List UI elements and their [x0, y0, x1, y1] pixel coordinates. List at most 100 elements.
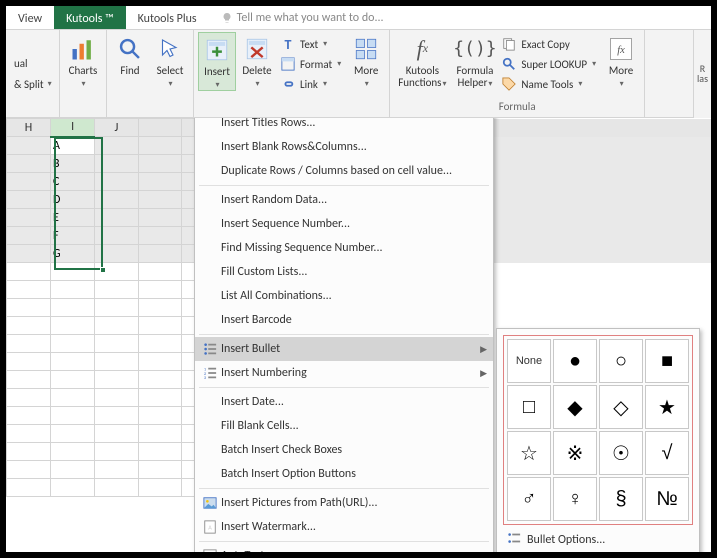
menu-batch-option-buttons[interactable]: Batch Insert Option Buttons [195, 462, 493, 486]
menu-insert-barcode[interactable]: Insert Barcode [195, 308, 493, 332]
menu-insert-blank-rows-cols[interactable]: Insert Blank Rows&Columns... [195, 135, 493, 159]
tab-kutools-plus[interactable]: Kutools Plus [126, 6, 209, 29]
cell-i6[interactable]: E [51, 209, 95, 227]
bullet-numero[interactable]: № [645, 477, 689, 521]
menu-insert-pictures-url[interactable]: Insert Pictures from Path(URL)... [195, 491, 493, 515]
cell-i3[interactable]: B [51, 155, 95, 173]
insert-icon [203, 36, 231, 64]
bullet-open-diamond[interactable]: ◇ [599, 385, 643, 429]
tab-view[interactable]: View [6, 6, 54, 29]
menu-autotext[interactable]: AutoText [195, 544, 493, 552]
bullet-options-button[interactable]: Bullet Options... [503, 525, 693, 551]
bullet-reference-mark[interactable]: ※ [553, 431, 597, 475]
tag-icon [501, 76, 517, 92]
super-lookup-button[interactable]: Super LOOKUP▾ [499, 55, 598, 73]
menu-insert-random-data[interactable]: Insert Random Data... [195, 188, 493, 212]
fill-handle[interactable] [100, 267, 106, 273]
ribbon-partial-split[interactable]: & Split▾ [12, 77, 54, 92]
more-editing-button[interactable]: More▾ [347, 32, 385, 89]
col-header-i[interactable]: I [51, 119, 95, 137]
lightbulb-icon [221, 12, 233, 24]
menu-insert-watermark[interactable]: AInsert Watermark... [195, 515, 493, 539]
name-tools-button[interactable]: Name Tools▾ [499, 75, 598, 93]
exact-copy-button[interactable]: Exact Copy [499, 35, 598, 53]
cell-i7[interactable]: F [51, 227, 95, 245]
spreadsheet-area[interactable]: H I J P Q R A B C D E F G [6, 118, 711, 552]
link-button[interactable]: Link▾ [278, 75, 343, 93]
col-header-h[interactable]: H [7, 119, 51, 137]
more-formula-button[interactable]: fx More▾ [602, 32, 640, 89]
number-list-icon: 123 [199, 366, 221, 380]
format-button[interactable]: Format▾ [278, 55, 343, 73]
bullet-open-star[interactable]: ☆ [507, 431, 551, 475]
bullet-male[interactable]: ♂ [507, 477, 551, 521]
bullet-none[interactable]: None [507, 339, 551, 383]
menu-find-missing-sequence[interactable]: Find Missing Sequence Number... [195, 236, 493, 260]
menu-separator [199, 541, 489, 542]
cell-i4[interactable]: C [51, 173, 95, 191]
menu-fill-custom-lists[interactable]: Fill Custom Lists... [195, 260, 493, 284]
ribbon-partial-1[interactable]: ual [12, 56, 30, 71]
chevron-down-icon: ▾ [81, 79, 85, 89]
fx-box-icon: fx [607, 35, 635, 63]
chevron-down-icon: ▾ [337, 59, 341, 69]
tab-kutools[interactable]: Kutools ™ [54, 6, 126, 29]
tell-me-search[interactable]: Tell me what you want to do... [209, 6, 384, 29]
select-button[interactable]: Select▾ [151, 32, 189, 89]
chevron-down-icon: ▾ [620, 79, 624, 89]
chevron-down-icon: ▾ [323, 79, 327, 89]
menu-insert-numbering[interactable]: 123 Insert Numbering ▶ [195, 361, 493, 385]
bullet-female[interactable]: ♀ [553, 477, 597, 521]
bullet-check[interactable]: √ [645, 431, 689, 475]
insert-button[interactable]: Insert▾ [198, 32, 236, 91]
watermark-icon: A [199, 520, 221, 534]
find-button[interactable]: Find [111, 32, 149, 77]
formula-helper-button[interactable]: {()} FormulaHelper▾ [453, 32, 498, 89]
menu-list-combinations[interactable]: List All Combinations... [195, 284, 493, 308]
col-header-j[interactable]: J [95, 119, 139, 137]
bullet-open-circle[interactable]: ○ [599, 339, 643, 383]
chart-icon [69, 35, 97, 63]
chevron-down-icon: ▾ [365, 79, 369, 89]
chevron-down-icon: ▾ [48, 79, 52, 89]
delete-icon [243, 35, 271, 63]
magnifier-icon [116, 35, 144, 63]
menu-batch-checkboxes[interactable]: Batch Insert Check Boxes [195, 438, 493, 462]
menu-separator [199, 387, 489, 388]
bullet-palette: None ● ○ ■ □ ◆ ◇ ★ ☆ ※ ☉ √ ♂ ♀ § № Bulle… [496, 328, 700, 552]
menu-insert-date[interactable]: Insert Date... [195, 390, 493, 414]
cell-i2[interactable]: A [51, 137, 95, 155]
chevron-down-icon: ▾ [323, 39, 327, 49]
bullet-filled-square[interactable]: ■ [645, 339, 689, 383]
col-header-blank1[interactable] [138, 119, 181, 137]
menu-separator [199, 488, 489, 489]
menu-insert-sequence-number[interactable]: Insert Sequence Number... [195, 212, 493, 236]
chevron-down-icon: ▾ [168, 79, 172, 89]
chevron-down-icon: ▾ [488, 79, 492, 89]
ribbon-tabs: View Kutools ™ Kutools Plus Tell me what… [6, 6, 711, 30]
menu-insert-bullet[interactable]: Insert Bullet ▶ [195, 337, 493, 361]
formula-group-label: Formula [394, 100, 640, 115]
charts-button[interactable]: Charts▾ [64, 32, 102, 89]
kutools-functions-button[interactable]: fx KutoolsFunctions▾ [394, 32, 450, 89]
submenu-arrow-icon: ▶ [480, 344, 487, 355]
bullet-filled-diamond[interactable]: ◆ [553, 385, 597, 429]
picture-icon [199, 496, 221, 510]
cell-i8[interactable]: G [51, 245, 95, 263]
menu-insert-titles-rows[interactable]: Insert Titles Rows... [195, 118, 493, 135]
grid-icon [352, 35, 380, 63]
bullet-section[interactable]: § [599, 477, 643, 521]
menu-duplicate-rows-cols[interactable]: Duplicate Rows / Columns based on cell v… [195, 159, 493, 183]
delete-button[interactable]: Delete▾ [238, 32, 276, 89]
bullet-circled-dot[interactable]: ☉ [599, 431, 643, 475]
bullet-filled-circle[interactable]: ● [553, 339, 597, 383]
cell-i5[interactable]: D [51, 191, 95, 209]
bullet-open-square[interactable]: □ [507, 385, 551, 429]
text-button[interactable]: TText▾ [278, 35, 343, 53]
bullet-filled-star[interactable]: ★ [645, 385, 689, 429]
autotext-icon [199, 549, 221, 552]
menu-separator [199, 334, 489, 335]
menu-fill-blank-cells[interactable]: Fill Blank Cells... [195, 414, 493, 438]
cursor-icon [156, 35, 184, 63]
ribbon: ual & Split▾ Charts▾ Find [6, 30, 711, 118]
